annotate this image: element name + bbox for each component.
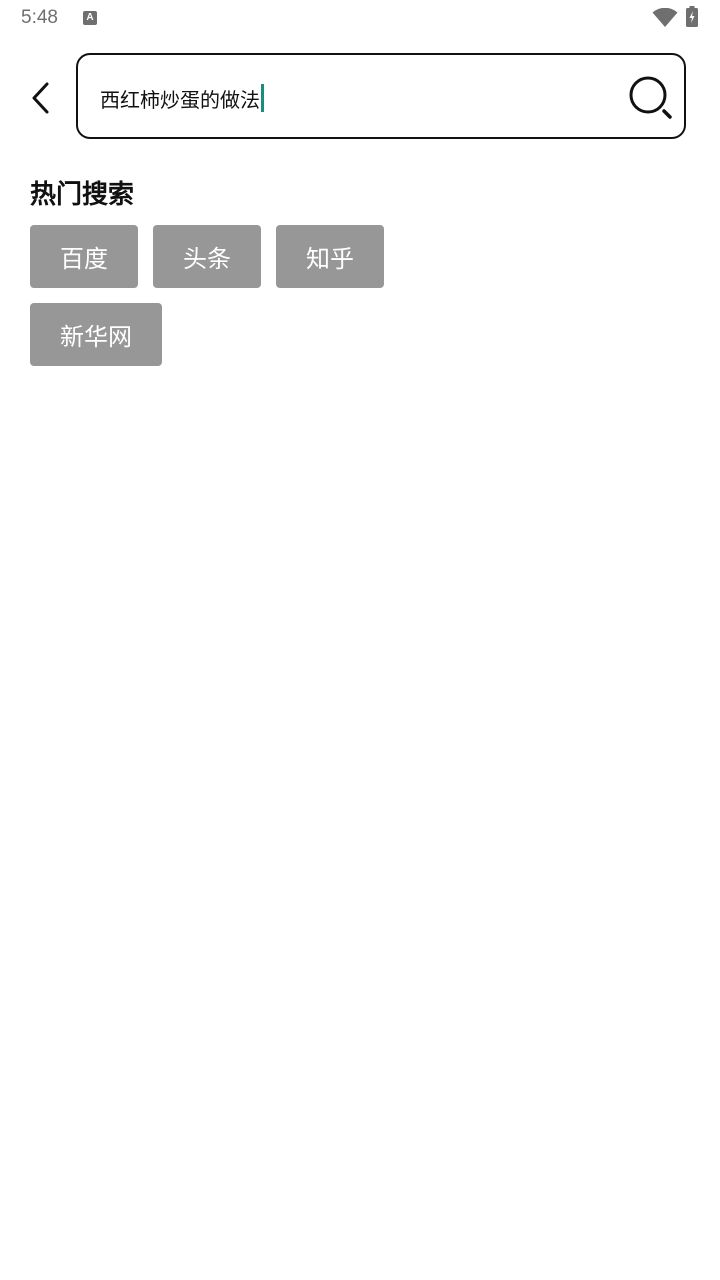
hot-search-tag-baidu[interactable]: 百度 — [30, 225, 138, 288]
hot-search-title: 热门搜索 — [30, 180, 135, 210]
hot-search-tag-toutiao[interactable]: 头条 — [153, 225, 261, 288]
text-caret — [261, 84, 264, 112]
chevron-left-icon — [32, 82, 49, 114]
search-box[interactable]: 西红柿炒蛋的做法 — [76, 53, 686, 139]
wifi-icon — [652, 8, 678, 27]
battery-charging-icon — [686, 6, 698, 27]
status-time: 5:48 — [21, 7, 58, 28]
hot-search-tag-xinhua[interactable]: 新华网 — [30, 303, 162, 366]
back-button[interactable] — [18, 76, 62, 120]
search-input-text: 西红柿炒蛋的做法 — [100, 87, 260, 112]
app-notification-icon: A — [83, 11, 97, 25]
search-input[interactable]: 西红柿炒蛋的做法 — [100, 81, 264, 115]
hot-search-tag-zhihu[interactable]: 知乎 — [276, 225, 384, 288]
status-bar: 5:48 A — [0, 0, 720, 36]
search-icon[interactable] — [628, 75, 674, 121]
